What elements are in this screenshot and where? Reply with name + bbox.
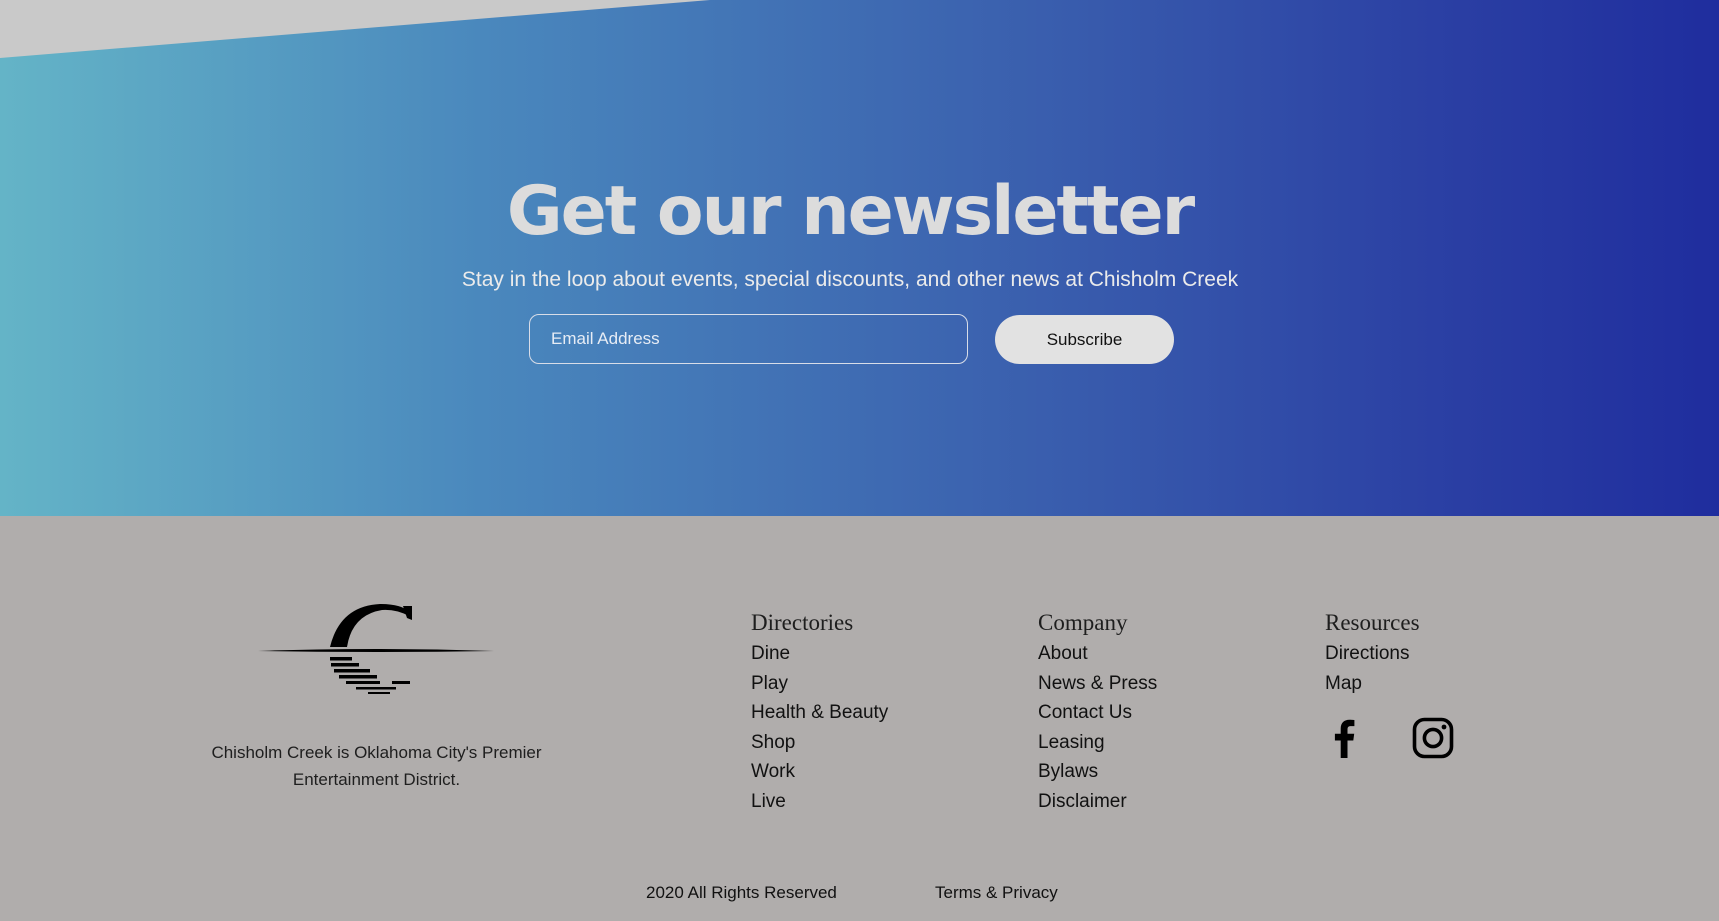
directories-column: Directories Dine Play Health & Beauty Sh…: [751, 608, 1011, 817]
footer-link-play[interactable]: Play: [751, 669, 1011, 699]
footer-tagline: Chisholm Creek is Oklahoma City's Premie…: [211, 743, 542, 789]
footer-link-dine[interactable]: Dine: [751, 639, 1011, 669]
footer-link-directions[interactable]: Directions: [1325, 639, 1585, 669]
copyright-text: 2020 All Rights Reserved: [646, 883, 837, 902]
footer-link-leasing[interactable]: Leasing: [1038, 728, 1298, 758]
decorative-corner-shape: [0, 0, 710, 58]
facebook-icon[interactable]: [1323, 716, 1367, 760]
instagram-icon[interactable]: [1411, 716, 1455, 760]
company-links: About News & Press Contact Us Leasing By…: [1038, 639, 1298, 817]
subscribe-button[interactable]: Subscribe: [995, 315, 1174, 364]
newsletter-section: Get our newsletter Stay in the loop abou…: [0, 0, 1719, 516]
footer-link-contact-us[interactable]: Contact Us: [1038, 698, 1298, 728]
footer-link-live[interactable]: Live: [751, 787, 1011, 817]
footer-link-shop[interactable]: Shop: [751, 728, 1011, 758]
footer-link-work[interactable]: Work: [751, 757, 1011, 787]
footer-link-health-beauty[interactable]: Health & Beauty: [751, 698, 1011, 728]
company-column: Company About News & Press Contact Us Le…: [1038, 608, 1298, 817]
email-input[interactable]: [529, 314, 968, 364]
resources-links: Directions Map: [1325, 639, 1585, 698]
newsletter-subtitle: Stay in the loop about events, special d…: [461, 268, 1239, 291]
footer-link-map[interactable]: Map: [1325, 669, 1585, 699]
footer-link-disclaimer[interactable]: Disclaimer: [1038, 787, 1298, 817]
footer-link-about[interactable]: About: [1038, 639, 1298, 669]
directories-links: Dine Play Health & Beauty Shop Work Live: [751, 639, 1011, 817]
company-heading: Company: [1038, 610, 1128, 635]
resources-heading: Resources: [1325, 610, 1420, 635]
chisholm-creek-logo[interactable]: [256, 600, 496, 698]
footer-link-bylaws[interactable]: Bylaws: [1038, 757, 1298, 787]
newsletter-title: Get our newsletter: [506, 172, 1195, 251]
resources-column: Resources Directions Map: [1325, 608, 1585, 698]
footer-link-news-press[interactable]: News & Press: [1038, 669, 1298, 699]
directories-heading: Directories: [751, 610, 854, 635]
terms-privacy-link[interactable]: Terms & Privacy: [935, 882, 1058, 904]
